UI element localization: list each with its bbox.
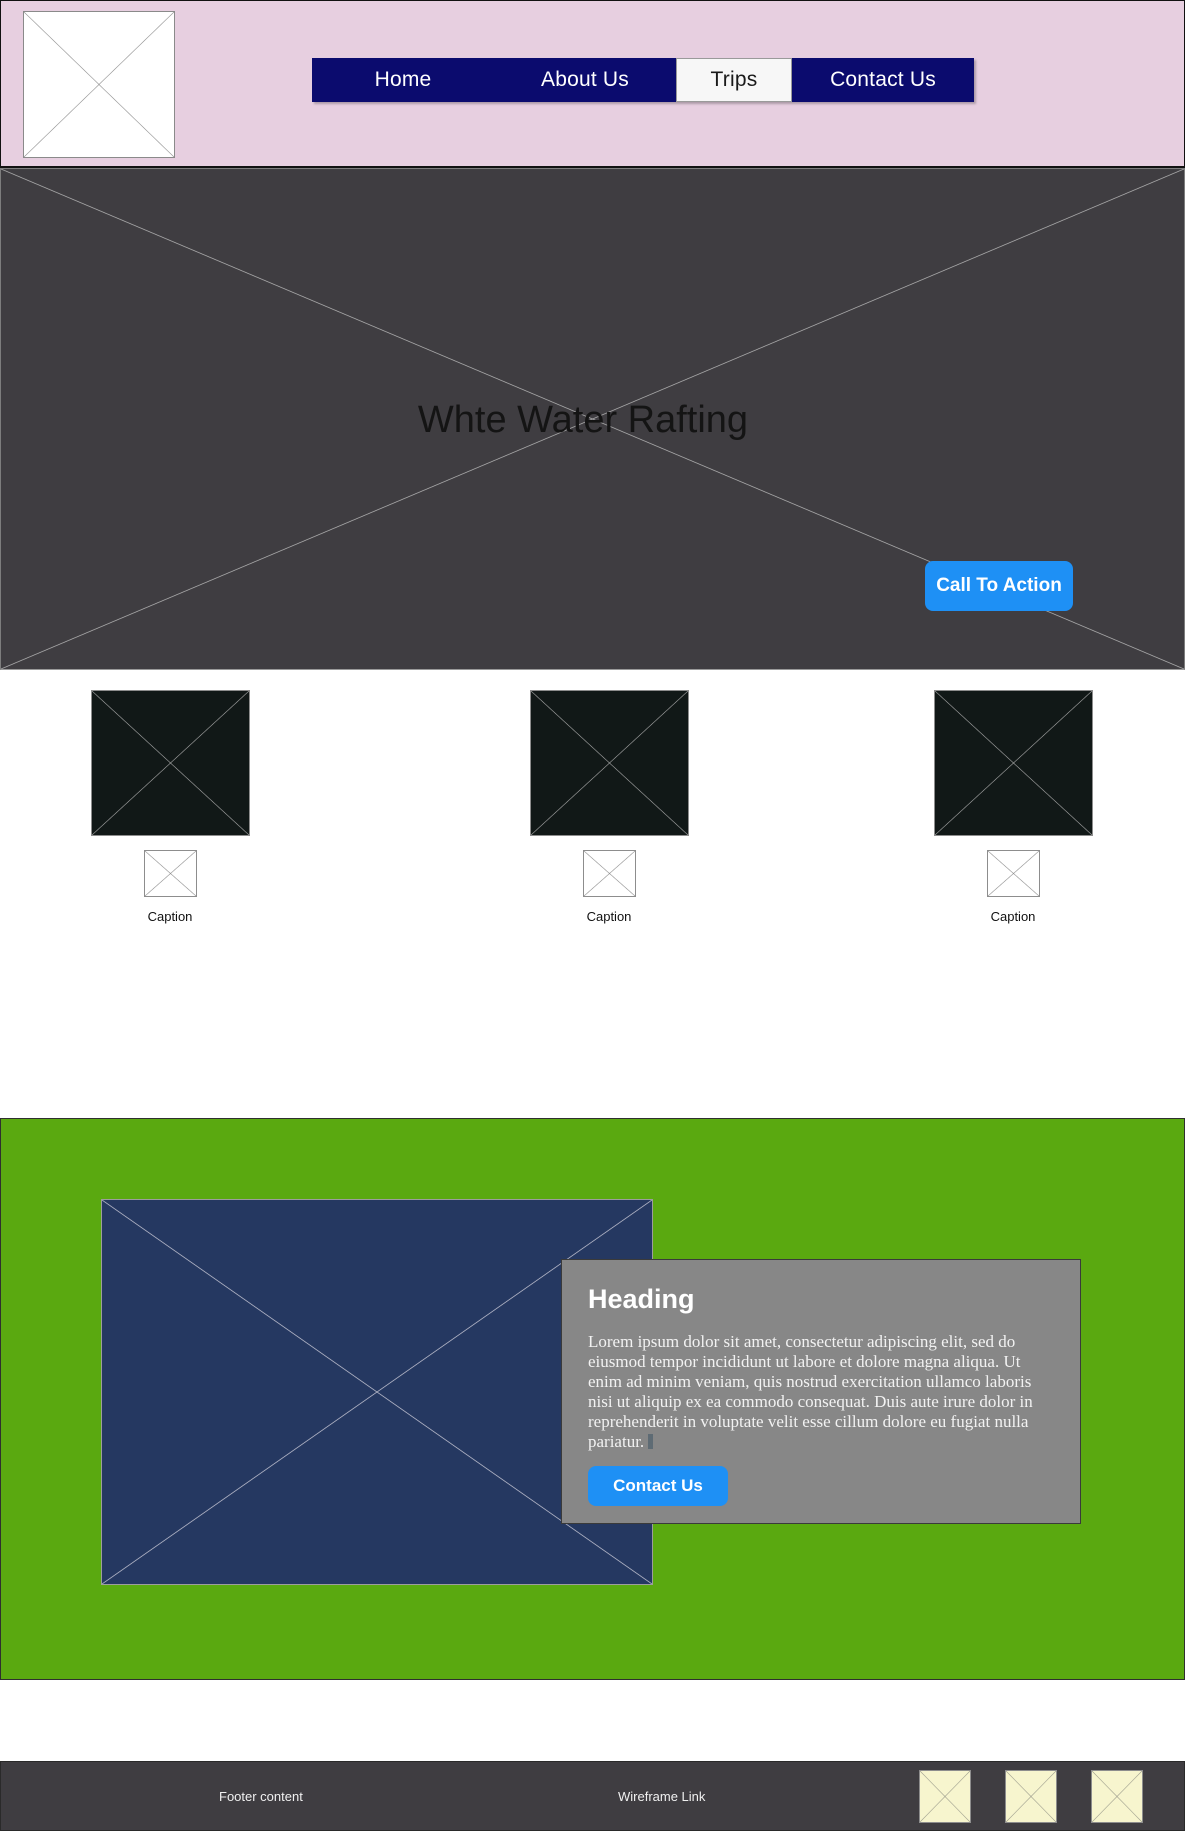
placeholder-diagonal-icon — [1006, 1771, 1056, 1822]
hero-title: Whte Water Rafting — [417, 399, 749, 441]
nav-item-home[interactable]: Home — [312, 58, 494, 102]
footer-content-label: Footer content — [219, 1789, 303, 1804]
placeholder-diagonal-icon — [91, 691, 249, 835]
card-sub-placeholder[interactable] — [986, 850, 1040, 897]
footer-placeholder-3[interactable] — [1091, 1770, 1143, 1823]
placeholder-diagonal-icon — [934, 691, 1092, 835]
logo-image-placeholder[interactable] — [23, 11, 175, 158]
feature-section: Heading Lorem ipsum dolor sit amet, cons… — [0, 1118, 1185, 1680]
primary-navigation: Home About Us Trips Contact Us — [312, 58, 974, 102]
placeholder-diagonal-icon — [91, 691, 249, 835]
call-to-action-button[interactable]: Call To Action — [925, 561, 1073, 611]
site-footer: Footer content Wireframe Link — [0, 1761, 1185, 1831]
placeholder-diagonal-icon — [530, 691, 688, 835]
card-caption: Caption — [990, 909, 1036, 924]
card-image-placeholder[interactable] — [933, 690, 1093, 836]
placeholder-diagonal-icon — [583, 851, 635, 896]
footer-placeholder-1[interactable] — [919, 1770, 971, 1823]
text-caret-icon — [648, 1434, 654, 1450]
feature-body-span: Lorem ipsum dolor sit amet, consectetur … — [588, 1332, 1033, 1452]
card-item: Caption — [514, 690, 704, 924]
card-caption: Caption — [147, 909, 193, 924]
card-row: Caption Caption Caption — [0, 690, 1185, 1110]
nav-item-about-us[interactable]: About Us — [494, 58, 676, 102]
placeholder-diagonal-icon — [934, 691, 1092, 835]
placeholder-diagonal-icon — [530, 691, 688, 835]
placeholder-diagonal-icon — [24, 12, 174, 157]
card-sub-placeholder[interactable] — [582, 850, 636, 897]
placeholder-diagonal-icon — [583, 851, 635, 896]
feature-text-panel: Heading Lorem ipsum dolor sit amet, cons… — [561, 1259, 1081, 1524]
card-caption: Caption — [586, 909, 632, 924]
placeholder-diagonal-icon — [987, 851, 1039, 896]
placeholder-diagonal-icon — [1092, 1771, 1142, 1822]
nav-item-trips[interactable]: Trips — [676, 58, 792, 102]
card-sub-placeholder[interactable] — [143, 850, 197, 897]
contact-us-button[interactable]: Contact Us — [588, 1466, 728, 1507]
card-item: Caption — [75, 690, 265, 924]
placeholder-diagonal-icon — [144, 851, 196, 896]
card-image-placeholder[interactable] — [529, 690, 689, 836]
footer-placeholder-2[interactable] — [1005, 1770, 1057, 1823]
placeholder-diagonal-icon — [1006, 1771, 1056, 1822]
footer-wireframe-link[interactable]: Wireframe Link — [618, 1789, 705, 1804]
nav-item-contact-us[interactable]: Contact Us — [792, 58, 974, 102]
feature-body-text: Lorem ipsum dolor sit amet, consectetur … — [588, 1332, 1054, 1452]
placeholder-diagonal-icon — [24, 12, 174, 157]
card-image-placeholder[interactable] — [90, 690, 250, 836]
placeholder-diagonal-icon — [1092, 1771, 1142, 1822]
feature-heading: Heading — [588, 1284, 695, 1314]
wireframe-page: Home About Us Trips Contact Us Whte Wate… — [0, 0, 1185, 1831]
placeholder-diagonal-icon — [144, 851, 196, 896]
placeholder-diagonal-icon — [920, 1771, 970, 1822]
placeholder-diagonal-icon — [920, 1771, 970, 1822]
site-header: Home About Us Trips Contact Us — [0, 0, 1185, 168]
card-item: Caption — [918, 690, 1108, 924]
placeholder-diagonal-icon — [987, 851, 1039, 896]
